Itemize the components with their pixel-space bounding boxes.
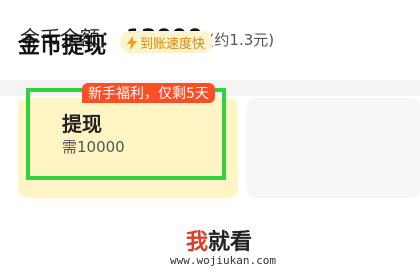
watermark-url: www.wojiukan.com [170, 254, 276, 267]
section-title: 金币提现 [18, 34, 107, 59]
watermark-logo: 我就看 [186, 224, 252, 256]
speed-badge: 到账速度快 [120, 31, 214, 53]
watermark-logo-part1: 我 [186, 230, 209, 255]
watermark-panel [128, 212, 420, 280]
withdraw-option-card-secondary[interactable] [246, 98, 420, 198]
lightning-bolt-icon [126, 35, 138, 50]
promo-tag: 新手福利，仅剩5天 [82, 83, 215, 103]
watermark-logo-part2: 就看 [208, 230, 253, 255]
speed-badge-text: 到账速度快 [140, 36, 206, 52]
balance-approx-value: (约1.3元) [208, 31, 275, 49]
